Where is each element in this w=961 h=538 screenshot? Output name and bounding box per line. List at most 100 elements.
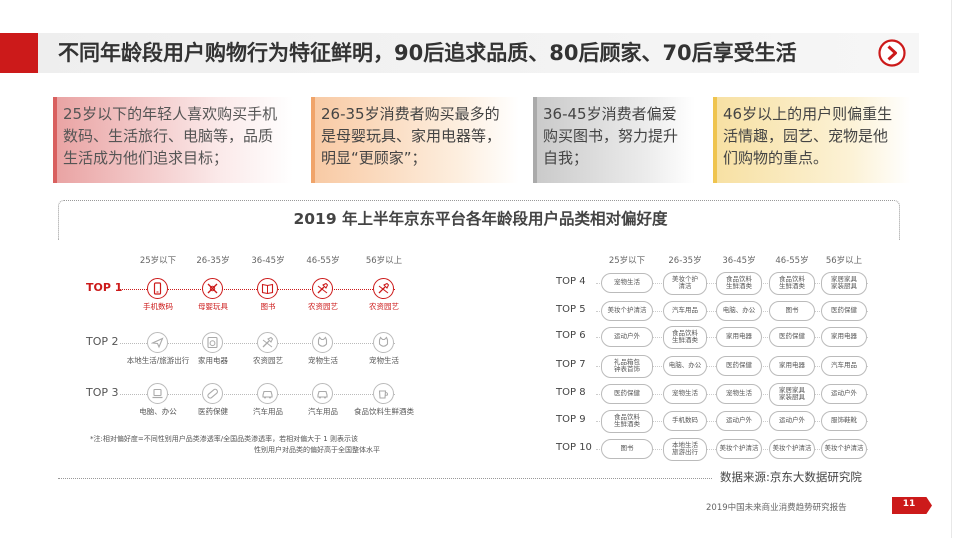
category-pill: 食品饮料 生鲜酒类 [769, 271, 815, 295]
age-group-label: 26-35岁 [668, 256, 702, 266]
box-accent-strip [533, 97, 537, 183]
insight-text: 46岁以上的用户则偏重生活情趣，园艺、宠物是他们购物的重点。 [723, 105, 893, 167]
age-group-label: 56岁以上 [825, 256, 863, 266]
category-pill: 运动户外 [769, 411, 815, 431]
category-pill: 图书 [601, 439, 653, 459]
box-accent-strip [53, 97, 57, 183]
category-pill: 医药保健 [821, 301, 867, 321]
shovel-icon [317, 282, 329, 294]
category-pill: 美妆个护清洁 [716, 439, 762, 459]
category-pill: 医药保健 [769, 327, 815, 347]
category-pill: 运动户外 [821, 384, 867, 404]
category-icon-circle [312, 332, 333, 353]
page-title: 不同年龄段用户购物行为特征鲜明，90后追求品质、80后顾家、70后享受生活 [58, 41, 797, 65]
category-label: 食品饮料生鲜酒类 [354, 407, 414, 416]
rank-label: TOP 7 [556, 359, 586, 370]
cup-icon [378, 390, 389, 399]
category-pill: 美妆个护 清洁 [663, 271, 707, 295]
category-pill: 美妆个护清洁 [769, 439, 815, 459]
category-icon-circle [202, 278, 223, 299]
report-name: 2019中国未来商业消费趋势研究报告 [706, 503, 847, 513]
category-pill: 服饰鞋靴 [821, 411, 867, 431]
category-label: 农资园艺 [369, 302, 399, 311]
category-icon-circle [147, 383, 168, 404]
rank-label: TOP 2 [86, 335, 119, 348]
rank-label: TOP 9 [556, 414, 586, 425]
baby-bottle-icon [207, 283, 218, 294]
plane-icon [151, 337, 164, 349]
box-accent-strip [311, 97, 315, 183]
footnote: *注:相对偏好度=不同性别用户品类渗透率/全国品类渗透率，若相对偏大于 1 则表… [90, 434, 420, 456]
title-bar: 不同年龄段用户购物行为特征鲜明，90后追求品质、80后顾家、70后享受生活 [0, 33, 919, 73]
category-icon-circle [202, 383, 223, 404]
rank-label: TOP 1 [86, 281, 123, 294]
washer-icon [207, 336, 218, 349]
data-source: 数据来源:京东大数据研究院 [720, 470, 862, 484]
age-group-label: 36-45岁 [251, 256, 285, 266]
category-pill: 食品饮料 生鲜酒类 [716, 271, 762, 295]
category-pill: 汽车用品 [821, 356, 867, 376]
category-icon-circle [373, 383, 394, 404]
footnote-line-2: 性别用户对品类的偏好高于全国整体水平 [254, 446, 380, 454]
box-accent-strip [713, 97, 717, 183]
category-pill: 礼品箱包 钟表首饰 [601, 354, 653, 378]
age-group-label: 36-45岁 [722, 256, 756, 266]
age-group-label: 26-35岁 [196, 256, 230, 266]
rank-label: TOP 5 [556, 304, 586, 315]
insight-text: 36-45岁消费者偏爱购买图书，努力提升自我； [543, 105, 679, 167]
rank-label: TOP 3 [86, 386, 119, 399]
category-pill: 运动户外 [601, 327, 653, 347]
page-number: 11 [902, 499, 916, 509]
insight-box-36-45: 36-45岁消费者偏爱购买图书，努力提升自我； [533, 97, 695, 183]
phone-icon [153, 282, 162, 295]
age-group-label: 46-55岁 [775, 256, 809, 266]
category-pill: 家居家具 家装厨具 [769, 382, 815, 406]
shovel-icon [262, 336, 274, 348]
age-group-label: 25岁以下 [608, 256, 646, 266]
cat-icon [378, 336, 389, 347]
category-pill: 家用电器 [716, 327, 762, 347]
category-pill: 运动户外 [716, 411, 762, 431]
arrow-right-icon[interactable] [878, 39, 906, 67]
insight-box-46-plus: 46岁以上的用户则偏重生活情趣，园艺、宠物是他们购物的重点。 [713, 97, 911, 183]
book-icon [261, 283, 274, 295]
category-pill: 美妆个护清洁 [601, 301, 653, 321]
category-icon-circle [202, 332, 223, 353]
category-pill: 美妆个护清洁 [821, 439, 867, 459]
category-icon-circle [373, 332, 394, 353]
category-pill: 汽车用品 [663, 301, 707, 321]
pill-icon [207, 388, 218, 399]
category-pill: 电脑、办公 [663, 356, 707, 376]
category-icon-circle [257, 278, 278, 299]
category-icon-circle [257, 383, 278, 404]
category-pill: 宠物生活 [663, 384, 707, 404]
rank-label: TOP 8 [556, 387, 586, 398]
age-group-label: 46-55岁 [306, 256, 340, 266]
category-label: 宠物生活 [369, 356, 399, 365]
car-icon [317, 390, 328, 399]
category-pill: 家用电器 [769, 356, 815, 376]
cat-icon [317, 336, 328, 347]
bottom-divider [58, 478, 712, 479]
category-icon-circle [257, 332, 278, 353]
category-pill: 医药保健 [716, 356, 762, 376]
category-icon-circle [147, 332, 168, 353]
category-pill: 电脑、办公 [716, 301, 762, 321]
laptop-icon [152, 388, 163, 399]
footnote-line-1: *注:相对偏好度=不同性别用户品类渗透率/全国品类渗透率，若相对偏大于 1 则表… [90, 435, 358, 443]
title-accent [0, 33, 38, 73]
category-pill: 本地生活 旅游出行 [663, 437, 707, 461]
page-edge-line [951, 0, 952, 538]
category-pill: 医药保健 [601, 384, 653, 404]
category-pill: 宠物生活 [716, 384, 762, 404]
category-pill: 手机数码 [663, 411, 707, 431]
insight-box-26-35: 26-35岁消费者购买最多的是母婴玩具、家用电器等，明显“更顾家”； [311, 97, 519, 183]
age-group-label: 25岁以下 [139, 256, 177, 266]
category-icon-circle [312, 278, 333, 299]
car-icon [262, 390, 273, 399]
insight-text: 25岁以下的年轻人喜欢购买手机数码、生活旅行、电脑等，品质生活成为他们追求目标； [63, 105, 278, 167]
rank-label: TOP 6 [556, 330, 586, 341]
category-icon-circle [312, 383, 333, 404]
rank-label: TOP 4 [556, 276, 586, 287]
category-pill: 图书 [769, 301, 815, 321]
